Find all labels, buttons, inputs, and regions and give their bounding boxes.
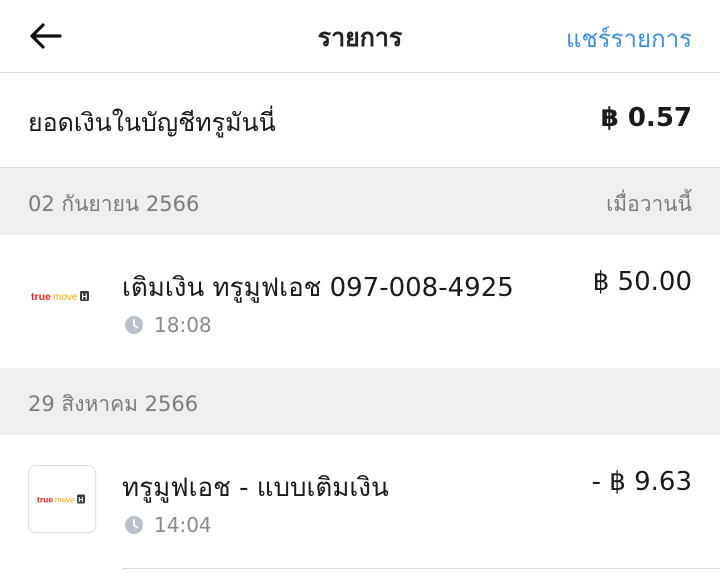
clock-icon bbox=[124, 315, 144, 335]
transaction-row[interactable]: true move H เติมเงิน ทรูมูฟเอช 097-008-4… bbox=[0, 235, 720, 367]
svg-text:true: true bbox=[31, 291, 51, 303]
transaction-amount: ฿ 50.00 bbox=[592, 267, 692, 297]
top-bar: รายการ แชร์รายการ bbox=[0, 0, 720, 73]
svg-text:H: H bbox=[78, 497, 83, 504]
clock-icon bbox=[124, 515, 144, 535]
date-label: 29 สิงหาคม 2566 bbox=[28, 392, 199, 416]
transaction-time-label: 14:04 bbox=[154, 513, 212, 537]
svg-text:H: H bbox=[82, 293, 88, 302]
truemove-h-logo: true move H bbox=[28, 263, 94, 329]
balance-amount: ฿ 0.57 bbox=[600, 103, 692, 133]
transaction-time: 18:08 bbox=[124, 313, 212, 337]
share-transactions-button[interactable]: แชร์รายการ bbox=[566, 19, 692, 58]
truemove-h-logo: true move H bbox=[28, 465, 96, 533]
balance-row: ยอดเงินในบัญชีทรูมันนี่ ฿ 0.57 bbox=[0, 73, 720, 168]
transaction-title: ทรูมูฟเอช - แบบเติมเงิน bbox=[122, 473, 389, 503]
transaction-row[interactable]: true move H ทรูมูฟเอช - แบบเติมเงิน 14:0… bbox=[0, 435, 720, 567]
svg-text:move: move bbox=[55, 496, 75, 505]
transaction-time: 14:04 bbox=[124, 513, 212, 537]
svg-text:move: move bbox=[53, 292, 78, 303]
row-divider bbox=[122, 568, 720, 569]
transaction-title: เติมเงิน ทรูมูฟเอช 097-008-4925 bbox=[122, 273, 514, 303]
balance-label: ยอดเงินในบัญชีทรูมันนี่ bbox=[28, 108, 276, 137]
transactions-screen: รายการ แชร์รายการ ยอดเงินในบัญชีทรูมันนี… bbox=[0, 0, 720, 573]
transaction-amount: - ฿ 9.63 bbox=[591, 467, 692, 497]
date-header: 02 กันยายน 2566 เมื่อวานนี้ bbox=[0, 168, 720, 235]
date-header: 29 สิงหาคม 2566 bbox=[0, 368, 720, 435]
relative-date-label: เมื่อวานนี้ bbox=[606, 192, 692, 216]
transaction-time-label: 18:08 bbox=[154, 313, 212, 337]
svg-text:true: true bbox=[37, 495, 53, 505]
date-label: 02 กันยายน 2566 bbox=[28, 192, 200, 216]
